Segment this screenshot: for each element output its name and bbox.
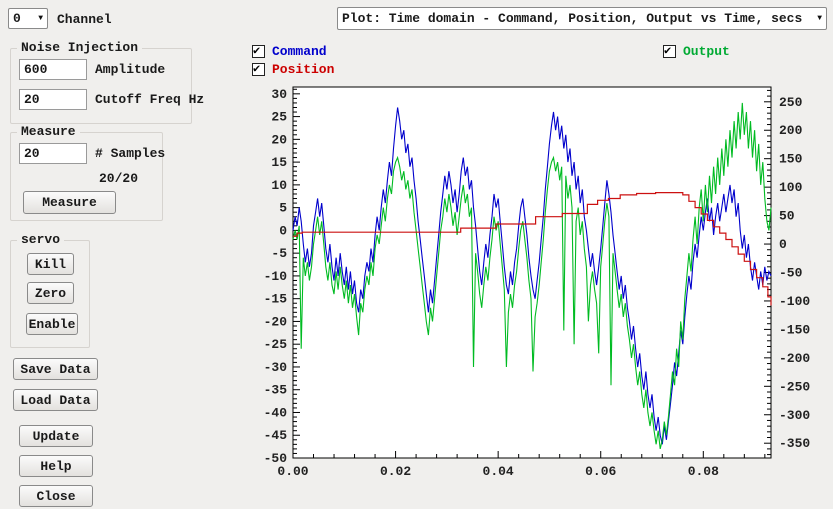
close-button[interactable]: Close bbox=[19, 485, 93, 507]
output-checkbox-label: Output bbox=[683, 44, 730, 59]
cutoff-freq-label: Cutoff Freq Hz bbox=[95, 92, 204, 107]
command-checkbox-label: Command bbox=[272, 44, 327, 59]
servo-group: servo Kill Zero Enable bbox=[10, 240, 90, 348]
plot-frame bbox=[293, 87, 771, 458]
measure-title: Measure bbox=[17, 124, 80, 139]
position-checkbox[interactable] bbox=[252, 63, 265, 76]
position-checkbox-label: Position bbox=[272, 62, 334, 77]
left-axis-tick-label: -45 bbox=[264, 428, 288, 443]
measure-group: Measure # Samples 20/20 Measure bbox=[10, 132, 163, 221]
x-axis-tick-label: 0.02 bbox=[380, 464, 411, 479]
measure-progress: 20/20 bbox=[99, 171, 138, 186]
amplitude-label: Amplitude bbox=[95, 62, 165, 77]
right-axis-tick-label: 150 bbox=[779, 152, 803, 167]
left-axis-tick-label: 10 bbox=[271, 178, 287, 193]
update-button[interactable]: Update bbox=[19, 425, 93, 447]
position-checkbox-row: Position bbox=[252, 62, 334, 77]
command-checkbox-row: Command bbox=[252, 44, 327, 59]
left-axis-tick-label: -10 bbox=[264, 269, 288, 284]
left-axis-tick-label: -15 bbox=[264, 292, 288, 307]
right-axis-tick-label: 0 bbox=[779, 237, 787, 252]
right-axis-tick-label: -350 bbox=[779, 436, 810, 451]
noise-injection-title: Noise Injection bbox=[17, 40, 142, 55]
help-button[interactable]: Help bbox=[19, 455, 93, 477]
noise-injection-group: Noise Injection Amplitude Cutoff Freq Hz bbox=[10, 48, 192, 124]
timeseries-plot: 302520151050-5-10-15-20-25-30-35-40-45-5… bbox=[240, 80, 833, 509]
channel-value: 0 bbox=[13, 11, 21, 26]
kill-button[interactable]: Kill bbox=[27, 253, 74, 275]
servo-title: servo bbox=[17, 232, 64, 247]
left-axis-tick-label: 5 bbox=[279, 201, 287, 216]
left-axis-tick-label: 20 bbox=[271, 132, 287, 147]
x-axis-tick-label: 0.06 bbox=[585, 464, 616, 479]
save-data-button[interactable]: Save Data bbox=[13, 358, 98, 380]
left-axis-tick-label: -20 bbox=[264, 314, 288, 329]
channel-label: Channel bbox=[57, 12, 112, 27]
left-axis-tick-label: 15 bbox=[271, 155, 287, 170]
right-axis-tick-label: 50 bbox=[779, 209, 795, 224]
left-axis-tick-label: -35 bbox=[264, 383, 288, 398]
right-axis-tick-label: -250 bbox=[779, 379, 810, 394]
right-axis-tick-label: -300 bbox=[779, 408, 810, 423]
left-axis-tick-label: 30 bbox=[271, 87, 287, 102]
left-axis-tick-label: 25 bbox=[271, 110, 287, 125]
samples-label: # Samples bbox=[95, 146, 165, 161]
left-axis-tick-label: -25 bbox=[264, 337, 288, 352]
cutoff-freq-input[interactable] bbox=[19, 89, 87, 110]
chevron-down-icon: ▼ bbox=[811, 14, 822, 23]
plot-type-select[interactable]: Plot: Time domain - Command, Position, O… bbox=[337, 7, 827, 30]
output-checkbox-row: Output bbox=[663, 44, 730, 59]
amplitude-input[interactable] bbox=[19, 59, 87, 80]
enable-button[interactable]: Enable bbox=[26, 313, 78, 335]
left-axis-tick-label: -40 bbox=[264, 405, 288, 420]
output-checkbox[interactable] bbox=[663, 45, 676, 58]
plot-type-value: Plot: Time domain - Command, Position, O… bbox=[342, 11, 802, 26]
left-axis-tick-label: 0 bbox=[279, 223, 287, 238]
right-axis-tick-label: 100 bbox=[779, 180, 803, 195]
x-axis-tick-label: 0.08 bbox=[688, 464, 719, 479]
zero-button[interactable]: Zero bbox=[27, 282, 74, 304]
right-axis-tick-label: -100 bbox=[779, 294, 810, 309]
right-axis-tick-label: -50 bbox=[779, 266, 803, 281]
right-axis-tick-label: -150 bbox=[779, 322, 810, 337]
right-axis-tick-label: -200 bbox=[779, 351, 810, 366]
left-axis-tick-label: -30 bbox=[264, 360, 288, 375]
x-axis-tick-label: 0.04 bbox=[483, 464, 514, 479]
chevron-down-icon: ▼ bbox=[32, 14, 43, 23]
right-axis-tick-label: 250 bbox=[779, 95, 803, 110]
left-axis-tick-label: -5 bbox=[271, 246, 287, 261]
command-checkbox[interactable] bbox=[252, 45, 265, 58]
load-data-button[interactable]: Load Data bbox=[13, 389, 98, 411]
measure-button[interactable]: Measure bbox=[23, 191, 116, 214]
x-axis-tick-label: 0.00 bbox=[277, 464, 308, 479]
samples-input[interactable] bbox=[19, 143, 87, 164]
right-axis-tick-label: 200 bbox=[779, 123, 803, 138]
channel-select[interactable]: 0 ▼ bbox=[8, 8, 48, 29]
